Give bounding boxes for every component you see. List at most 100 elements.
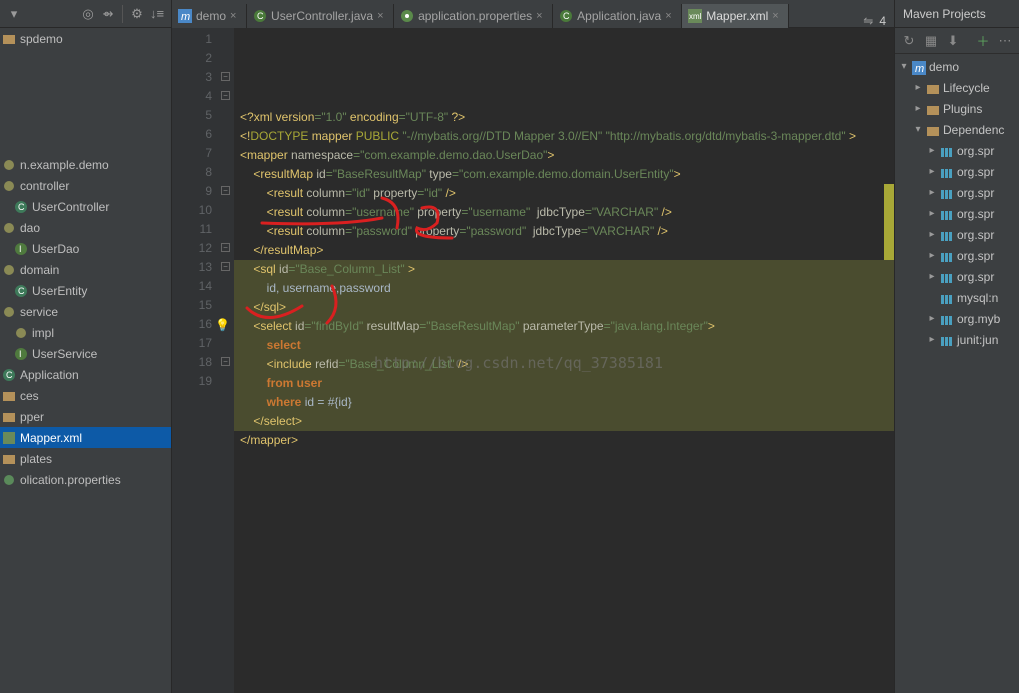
class-icon: C [14,284,28,298]
project-tree-item[interactable]: CUserEntity [0,280,171,301]
project-tree-item[interactable]: olication.properties [0,469,171,490]
code-line[interactable]: <?xml version="1.0" encoding="UTF-8" ?> [234,108,894,127]
dropdown-arrow-icon[interactable]: ▾ [6,6,22,22]
expand-icon[interactable]: ▸ [927,145,937,156]
code-line[interactable]: where id = #{id} [234,393,894,412]
maven-projects-title[interactable]: Maven Projects [894,0,1019,27]
editor[interactable]: 123−4−56789−101112−13−141516💡1718−19 <?x… [172,28,894,693]
project-tree-item[interactable]: dao [0,217,171,238]
fold-icon[interactable]: − [221,357,230,366]
project-tree-item[interactable]: impl [0,322,171,343]
fold-icon[interactable]: − [221,186,230,195]
project-tree-item[interactable]: IUserService [0,343,171,364]
download-icon[interactable]: ⬇ [945,33,961,49]
project-tree-item[interactable]: pper [0,406,171,427]
tab-usercontroller[interactable]: C UserController.java × [247,4,394,28]
project-tree-item[interactable]: CUserController [0,196,171,217]
editor-right-toggle[interactable]: ⇋ 4 [855,14,894,28]
collapse-icon[interactable]: ⇴ [100,6,116,22]
close-icon[interactable]: × [377,10,387,22]
code-line[interactable]: <!DOCTYPE mapper PUBLIC "-//mybatis.org/… [234,127,894,146]
expand-icon[interactable]: ▸ [927,250,937,261]
code-line[interactable]: <result column="username" property="user… [234,203,894,222]
maven-tree-item[interactable]: ▾mdemo [895,56,1019,77]
code-line[interactable]: select [234,336,894,355]
fold-icon[interactable]: − [221,72,230,81]
expand-icon[interactable]: ▸ [927,334,937,345]
bulb-icon[interactable]: 💡 [215,318,230,332]
expand-icon[interactable]: ▸ [927,166,937,177]
tab-application-java[interactable]: C Application.java × [553,4,682,28]
maven-tree-item[interactable]: ▸org.spr [895,161,1019,182]
maven-tree-item[interactable]: ▸org.spr [895,266,1019,287]
code-line[interactable]: <mapper namespace="com.example.demo.dao.… [234,146,894,165]
project-tree-item[interactable]: domain [0,259,171,280]
maven-tree-item[interactable]: mysql:n [895,287,1019,308]
pkg-icon [2,158,16,172]
tab-label: UserController.java [271,9,373,23]
maven-tree-item[interactable]: ▸org.spr [895,203,1019,224]
refresh-icon[interactable]: ↻ [901,33,917,49]
code-line[interactable]: <select id="findById" resultMap="BaseRes… [234,317,894,336]
project-tree-item[interactable]: service [0,301,171,322]
project-tree-item[interactable]: Mapper.xml [0,427,171,448]
separator-icon [122,5,123,23]
maven-tree-item[interactable]: ▸org.spr [895,224,1019,245]
maven-tree-item[interactable]: ▾Dependenc [895,119,1019,140]
project-tree-item[interactable]: plates [0,448,171,469]
maven-tree-item[interactable]: ▸org.spr [895,140,1019,161]
tree-item-label: Application [20,368,79,382]
expand-icon[interactable]: ▸ [927,187,937,198]
project-tree-item[interactable]: controller [0,175,171,196]
generate-sources-icon[interactable]: ▦ [923,33,939,49]
maven-tree-item[interactable]: ▸Lifecycle [895,77,1019,98]
code-line[interactable]: </mapper> [234,431,894,450]
close-icon[interactable]: × [772,10,782,22]
tab-demo[interactable]: m demo × [172,4,247,28]
gear-icon[interactable]: ⚙ [129,6,145,22]
code-area[interactable]: <?xml version="1.0" encoding="UTF-8" ?><… [234,28,894,693]
project-tree-item[interactable]: spdemo [0,28,171,49]
tab-application-properties[interactable]: application.properties × [394,4,553,28]
code-line[interactable]: <sql id="Base_Column_List" > [234,260,894,279]
close-icon[interactable]: × [536,10,546,22]
code-line[interactable]: </sql> [234,298,894,317]
fold-icon[interactable]: − [221,262,230,271]
code-line[interactable]: from user [234,374,894,393]
sort-icon[interactable]: ↓≡ [149,6,165,22]
expand-icon[interactable]: ▸ [927,313,937,324]
expand-icon[interactable]: ▾ [913,124,923,135]
target-icon[interactable]: ◎ [80,6,96,22]
code-line[interactable]: <include refid="Base_Column_List" /> [234,355,894,374]
expand-icon[interactable]: ▸ [913,82,923,93]
tab-mapper-xml[interactable]: xml Mapper.xml × [682,4,789,28]
expand-icon[interactable]: ▾ [899,61,909,72]
close-icon[interactable]: × [665,10,675,22]
fold-icon[interactable]: − [221,91,230,100]
project-tree-item[interactable]: ces [0,385,171,406]
more-icon[interactable]: ⋯ [997,33,1013,49]
maven-tree-item[interactable]: ▸org.myb [895,308,1019,329]
close-icon[interactable]: × [230,10,240,22]
maven-tree-item[interactable]: ▸Plugins [895,98,1019,119]
expand-icon[interactable]: ▸ [927,229,937,240]
code-line[interactable]: </select> [234,412,894,431]
code-line[interactable]: <result column="password" property="pass… [234,222,894,241]
fold-icon[interactable]: − [221,243,230,252]
code-line[interactable]: </resultMap> [234,241,894,260]
expand-icon[interactable]: ▸ [927,208,937,219]
code-line[interactable]: id, username,password [234,279,894,298]
project-tree-item[interactable]: IUserDao [0,238,171,259]
add-icon[interactable]: ＋ [975,33,991,49]
expand-icon[interactable]: ▸ [927,271,937,282]
code-line[interactable] [234,450,894,469]
project-tree-item[interactable]: CApplication [0,364,171,385]
maven-tree-item[interactable]: ▸junit:jun [895,329,1019,350]
maven-tree-item[interactable]: ▸org.spr [895,245,1019,266]
code-line[interactable]: <resultMap id="BaseResultMap" type="com.… [234,165,894,184]
code-line[interactable]: <result column="id" property="id" /> [234,184,894,203]
project-tree-item[interactable]: n.example.demo [0,154,171,175]
lib-icon [940,166,954,178]
expand-icon[interactable]: ▸ [913,103,923,114]
maven-tree-item[interactable]: ▸org.spr [895,182,1019,203]
